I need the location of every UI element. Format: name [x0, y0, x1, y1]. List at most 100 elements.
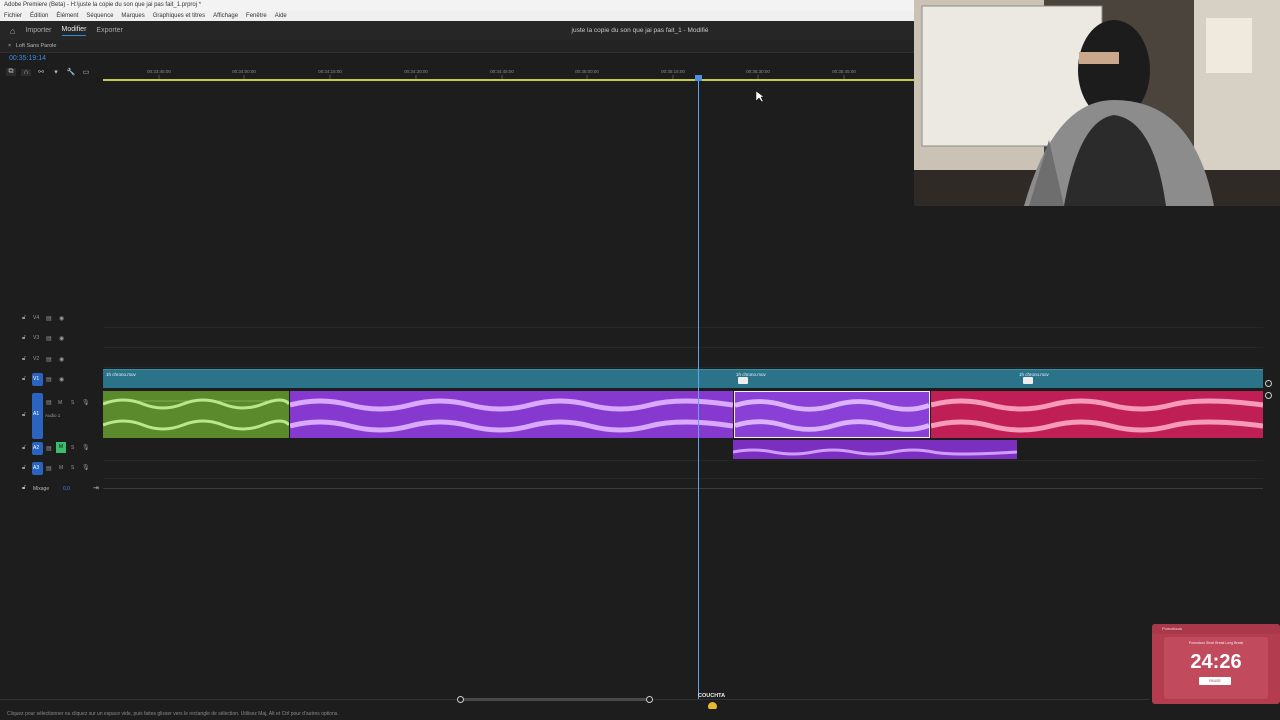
track-label: V1	[33, 376, 40, 382]
audio-clip[interactable]	[290, 391, 733, 438]
sync-icon[interactable]: ▤	[46, 315, 52, 322]
menu-graphiques[interactable]: Graphiques et titres	[153, 11, 205, 21]
menu-fichier[interactable]: Fichier	[4, 11, 22, 21]
couchta-label: COUCHTA	[698, 693, 726, 699]
lock-icon[interactable]: 🔓︎	[22, 485, 26, 492]
clip-name: 1h chrono.mov	[106, 372, 136, 377]
timer-pause-button[interactable]: PAUSE	[1199, 677, 1231, 685]
solo-button[interactable]: S	[71, 400, 74, 406]
close-icon[interactable]: ×	[8, 43, 11, 49]
workspace-exporter[interactable]: Exporter	[96, 27, 122, 34]
waveform	[290, 398, 733, 433]
lock-icon[interactable]: 🔓︎	[22, 315, 26, 322]
mute-button[interactable]: M	[56, 442, 66, 453]
solo-button[interactable]: S	[71, 465, 74, 471]
lock-icon[interactable]: 🔓︎	[22, 445, 26, 452]
sync-icon[interactable]: ▤	[46, 376, 52, 383]
sequence-title: juste la copie du son que jai pas fait_1…	[571, 27, 709, 34]
mix-label: Mixage	[33, 486, 50, 492]
mouse-cursor-icon	[756, 91, 764, 102]
solo-button[interactable]: S	[71, 445, 74, 451]
video-clip[interactable]: 1h chrono.mov	[103, 369, 733, 388]
lock-icon[interactable]: 🔓︎	[22, 376, 26, 383]
workspace-modifier[interactable]: Modifier	[61, 26, 87, 36]
workspace-importer[interactable]: Importer	[25, 27, 51, 34]
lock-icon[interactable]: 🔓︎	[22, 356, 26, 363]
scroll-handle[interactable]	[1265, 392, 1272, 399]
scrollbar-handle-right[interactable]	[646, 696, 653, 703]
audio-clip-selected[interactable]	[734, 391, 930, 438]
menu-fenetre[interactable]: Fenêtre	[246, 11, 267, 21]
track-header-v4: 🔓︎ V4 ▤ ◉	[0, 310, 103, 328]
menu-sequence[interactable]: Séquence	[86, 11, 113, 21]
menu-edition[interactable]: Édition	[30, 11, 48, 21]
eye-icon[interactable]: ◉	[59, 335, 64, 342]
eye-icon[interactable]: ◉	[59, 376, 64, 383]
track-label: A2	[33, 445, 40, 451]
menu-affichage[interactable]: Affichage	[213, 11, 238, 21]
track-header-a3: 🔓︎ A3 ▤ M S 🎙︎	[0, 460, 103, 478]
snap-icon[interactable]: ∩	[21, 68, 31, 76]
sync-icon[interactable]: ▤	[46, 335, 52, 342]
clip-marker[interactable]	[1023, 377, 1033, 384]
home-icon[interactable]: ⌂	[10, 26, 15, 36]
track-header-v1: 🔓︎ V1 ▤ ◉	[0, 371, 103, 389]
track-label: V2	[33, 356, 40, 362]
lock-icon[interactable]: 🔓︎	[22, 412, 26, 419]
mix-value[interactable]: 0,0	[63, 486, 70, 492]
sync-icon[interactable]: ▤	[46, 465, 52, 472]
captions-icon[interactable]: ▭	[81, 68, 91, 76]
skip-end-icon[interactable]: ⇥	[93, 484, 99, 492]
nest-icon[interactable]: ⧉	[6, 68, 16, 76]
timeline-tab-bar: × Loft Sans Parole	[0, 40, 920, 53]
mic-icon[interactable]: 🎙︎	[82, 444, 90, 451]
mic-icon[interactable]: 🎙︎	[82, 464, 90, 471]
wrench-icon[interactable]: 🔧	[66, 68, 76, 76]
webcam-image	[914, 0, 1280, 206]
mic-icon[interactable]: 🎙︎	[82, 399, 90, 406]
waveform	[931, 398, 1263, 433]
lock-icon[interactable]: 🔓︎	[22, 335, 26, 342]
track-header-a1: 🔓︎ A1 ▤ M S 🎙︎ Audio 1	[0, 391, 103, 439]
timer-modes: Pomodoro Short Break Long Break	[1188, 641, 1244, 645]
timeline-tab[interactable]: Loft Sans Parole	[16, 43, 57, 49]
mute-button[interactable]: M	[58, 400, 62, 406]
marker-icon[interactable]: ▾	[51, 68, 61, 76]
menu-marques[interactable]: Marques	[121, 11, 144, 21]
window-title: Adobe Premiere (Beta) - H:\juste la copi…	[4, 2, 202, 8]
menu-aide[interactable]: Aide	[275, 11, 287, 21]
work-area-bar[interactable]	[103, 79, 915, 81]
waveform	[103, 398, 289, 431]
playhead-handle[interactable]	[695, 75, 702, 81]
track-name: Audio 1	[45, 413, 61, 418]
scrollbar-handle-left[interactable]	[457, 696, 464, 703]
timer-panel: Pomodoro Short Break Long Break 24:26 PA…	[1164, 637, 1268, 699]
eye-icon[interactable]: ◉	[59, 315, 64, 322]
clip-marker[interactable]	[738, 377, 748, 384]
track-header-a2: 🔓︎ A2 ▤ M S 🎙︎	[0, 440, 103, 458]
track-separator	[103, 478, 1263, 479]
track-separator	[103, 460, 1263, 461]
playhead-timecode[interactable]: 00:35:19:14	[9, 55, 46, 62]
track-label: A3	[33, 465, 40, 471]
horizontal-scrollbar[interactable]	[0, 696, 1150, 703]
sync-icon[interactable]: ▤	[46, 399, 52, 406]
audio-clip[interactable]	[931, 391, 1263, 438]
linked-selection-icon[interactable]: ⚯	[36, 68, 46, 76]
video-clip[interactable]: 1h chrono.mov	[733, 369, 1016, 388]
lock-icon[interactable]: 🔓︎	[22, 465, 26, 472]
sync-icon[interactable]: ▤	[46, 445, 52, 452]
waveform	[735, 399, 929, 432]
eye-icon[interactable]: ◉	[59, 356, 64, 363]
menu-element[interactable]: Élément	[56, 11, 78, 21]
playhead[interactable]	[698, 76, 699, 700]
audio-clip[interactable]	[733, 440, 1017, 459]
webcam-overlay	[914, 0, 1280, 206]
mute-button[interactable]: M	[59, 465, 63, 471]
audio-clip[interactable]	[103, 391, 289, 438]
mix-track: 🔓︎ Mixage 0,0 ⇥	[0, 482, 1263, 496]
scroll-handle[interactable]	[1265, 380, 1272, 387]
video-clip[interactable]: 1h chrono.mov	[1016, 369, 1263, 388]
sync-icon[interactable]: ▤	[46, 356, 52, 363]
scrollbar-thumb[interactable]	[460, 698, 650, 701]
